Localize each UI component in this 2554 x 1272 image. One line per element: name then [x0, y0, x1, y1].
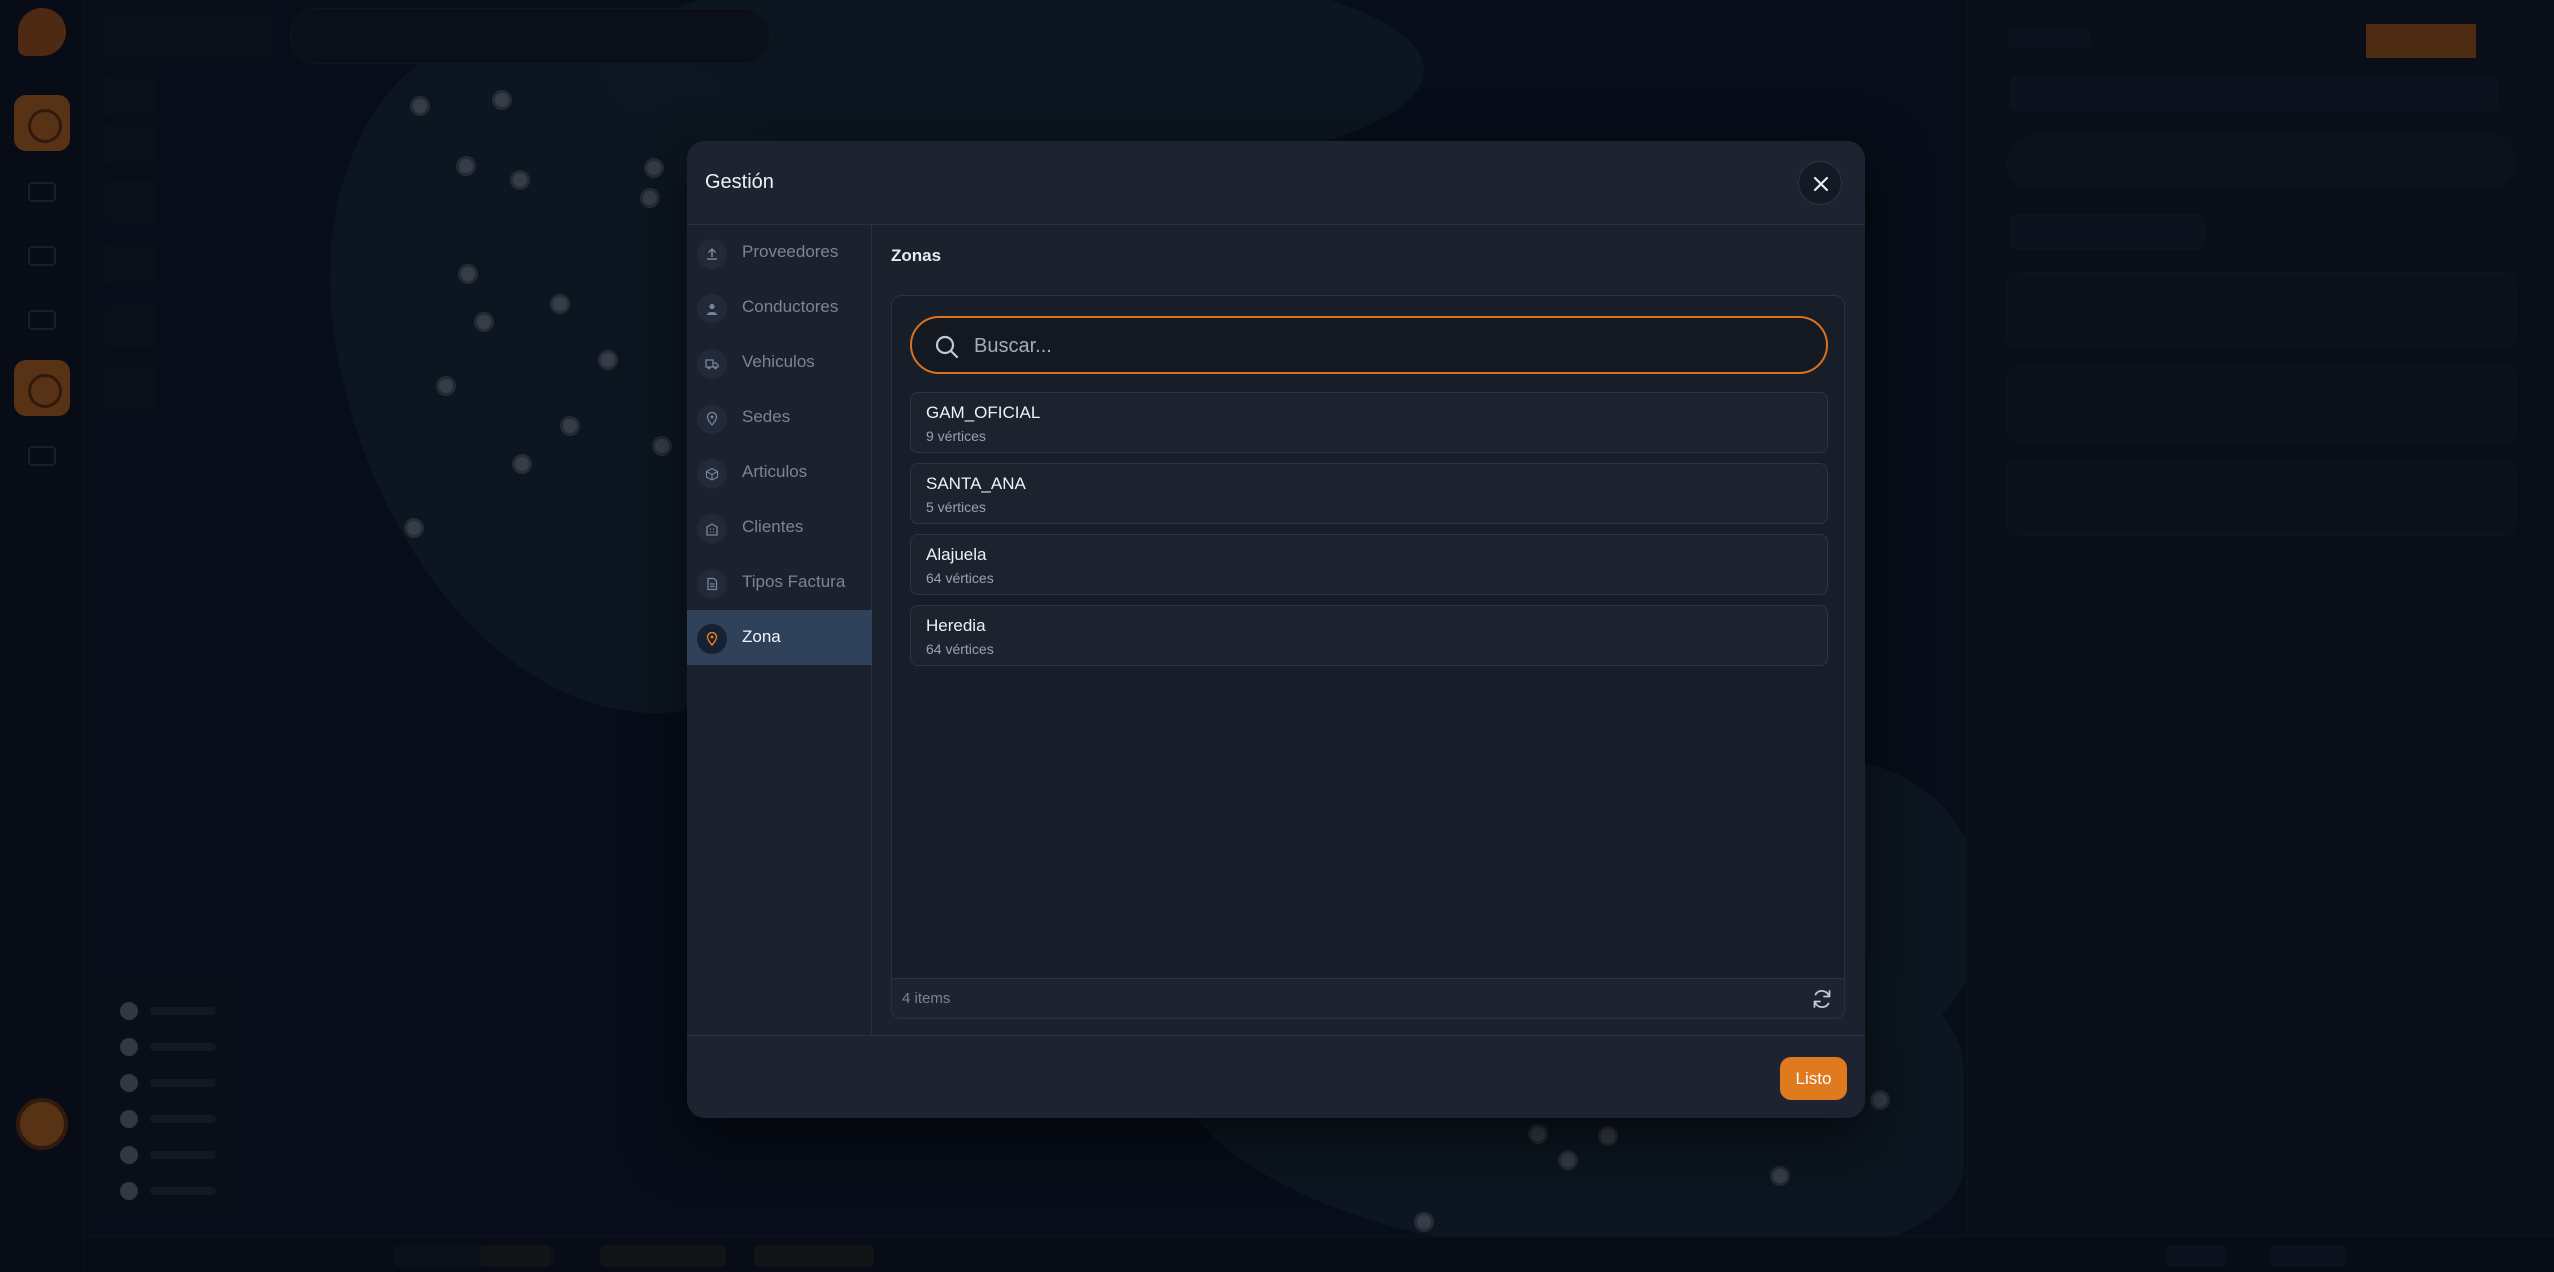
sidebar-item-sedes[interactable]: Sedes	[687, 390, 872, 445]
zone-name: Alajuela	[926, 545, 987, 564]
modal-title: Gestión	[705, 171, 774, 193]
refresh-button[interactable]	[1810, 987, 1834, 1011]
list-item[interactable]: SANTA_ANA 5 vértices	[910, 463, 1828, 524]
search-input[interactable]	[974, 330, 1804, 362]
sidebar-item-label: Vehiculos	[742, 352, 815, 371]
sidebar-item-label: Proveedores	[742, 242, 839, 261]
zone-name: GAM_OFICIAL	[926, 403, 1041, 422]
zone-name: Heredia	[926, 616, 986, 635]
panel-footer: 4 items	[892, 978, 1844, 1018]
search-field[interactable]	[910, 316, 1828, 374]
sidebar-item-label: Tipos Factura	[742, 572, 846, 591]
user-icon	[697, 294, 727, 324]
sidebar-item-clientes[interactable]: Clientes	[687, 500, 872, 555]
search-icon	[935, 335, 959, 359]
sidebar-item-tipos-factura[interactable]: Tipos Factura	[687, 555, 872, 610]
zone-vertices: 64 vértices	[926, 570, 994, 586]
management-modal: Gestión Proveedores Conductores Vehiculo…	[687, 141, 1865, 1118]
sidebar-item-zona[interactable]: Zona	[687, 610, 872, 665]
sidebar-item-vehiculos[interactable]: Vehiculos	[687, 335, 872, 390]
box-icon	[697, 459, 727, 489]
location-pin-icon	[697, 404, 727, 434]
zones-panel: GAM_OFICIAL 9 vértices SANTA_ANA 5 vérti…	[891, 295, 1845, 1019]
list-item[interactable]: Alajuela 64 vértices	[910, 534, 1828, 595]
sidebar-item-proveedores[interactable]: Proveedores	[687, 225, 872, 280]
zone-vertices: 64 vértices	[926, 641, 994, 657]
list-item[interactable]: Heredia 64 vértices	[910, 605, 1828, 666]
item-count: 4 items	[902, 990, 951, 1007]
zone-vertices: 9 vértices	[926, 428, 986, 444]
building-icon	[697, 514, 727, 544]
sidebar-item-label: Zona	[742, 627, 781, 646]
zone-name: SANTA_ANA	[926, 474, 1026, 493]
modal-content: Zonas GAM_OFICIAL 9 vértices SANTA_ANA 5…	[872, 225, 1865, 1035]
location-pin-icon	[697, 624, 727, 654]
close-button[interactable]	[1798, 161, 1842, 205]
refresh-icon	[1813, 990, 1831, 1008]
document-icon	[697, 569, 727, 599]
modal-footer: Listo	[687, 1035, 1865, 1118]
section-title: Zonas	[891, 246, 942, 265]
list-item[interactable]: GAM_OFICIAL 9 vértices	[910, 392, 1828, 453]
modal-sidebar: Proveedores Conductores Vehiculos Sedes …	[687, 225, 872, 1035]
truck-icon	[697, 349, 727, 379]
sidebar-item-label: Sedes	[742, 407, 791, 426]
zone-vertices: 5 vértices	[926, 499, 986, 515]
sidebar-item-label: Conductores	[742, 297, 839, 316]
sidebar-item-label: Articulos	[742, 462, 808, 481]
upload-icon	[697, 239, 727, 269]
sidebar-item-articulos[interactable]: Articulos	[687, 445, 872, 500]
done-button[interactable]: Listo	[1780, 1057, 1847, 1100]
sidebar-item-label: Clientes	[742, 517, 804, 536]
close-icon	[1813, 176, 1829, 192]
modal-header: Gestión	[687, 141, 1865, 225]
sidebar-item-conductores[interactable]: Conductores	[687, 280, 872, 335]
